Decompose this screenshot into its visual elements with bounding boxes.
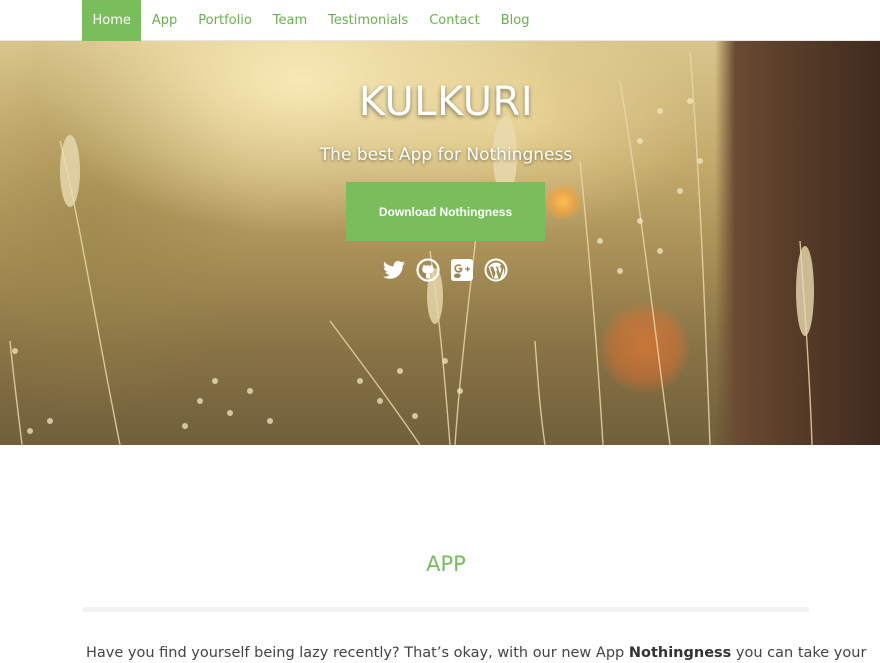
nav-item-contact[interactable]: Contact	[419, 0, 491, 41]
nav-item-testimonials[interactable]: Testimonials	[318, 0, 419, 41]
download-button[interactable]: Download Nothingness	[346, 182, 545, 241]
github-icon[interactable]	[416, 258, 440, 282]
nav-item-team[interactable]: Team	[262, 0, 317, 41]
app-name-highlight: Nothingness	[628, 645, 732, 661]
section-divider	[83, 607, 809, 612]
wordpress-icon[interactable]	[484, 258, 508, 282]
hero-banner: KULKURI The best App for Nothingness Dow…	[0, 41, 880, 445]
nav-item-blog[interactable]: Blog	[490, 0, 540, 41]
nav-menu: Home App Portfolio Team Testimonials Con…	[82, 0, 540, 41]
hero-subtitle: The best App for Nothingness	[319, 145, 573, 165]
nav-item-app[interactable]: App	[141, 0, 187, 41]
app-section-description: Have you find yourself being lazy recent…	[86, 643, 866, 663]
description-text-end: you can take your	[731, 645, 867, 661]
google-plus-icon[interactable]	[450, 258, 474, 282]
top-navbar: Home App Portfolio Team Testimonials Con…	[0, 0, 880, 41]
nav-item-portfolio[interactable]: Portfolio	[188, 0, 262, 41]
description-text-start: Have you find yourself being lazy recent…	[86, 645, 629, 661]
social-links	[382, 258, 508, 284]
hero-title: KULKURI	[358, 79, 534, 125]
app-section-title: APP	[426, 552, 466, 576]
twitter-icon[interactable]	[382, 258, 406, 282]
nav-item-home[interactable]: Home	[82, 0, 142, 41]
